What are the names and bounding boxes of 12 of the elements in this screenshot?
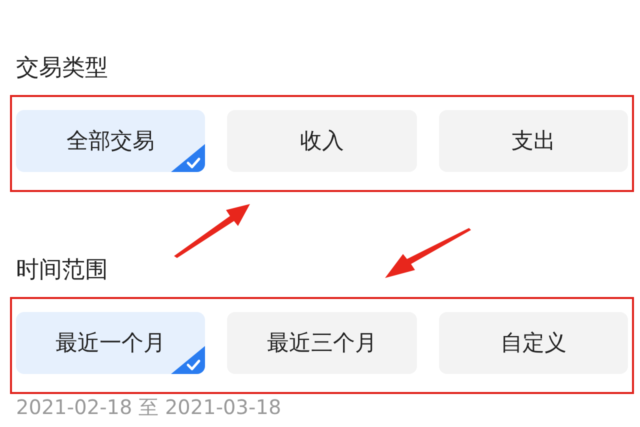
date-range: 2021-02-18 至 2021-03-18	[16, 395, 282, 419]
check-badge-icon	[171, 346, 206, 374]
filter-chip[interactable]: 最近一个月	[16, 312, 206, 374]
section-title: 交易类型	[16, 54, 108, 83]
arrow-icon	[172, 202, 252, 258]
section-title: 时间范围	[16, 256, 108, 285]
filter-chip[interactable]: 最近三个月	[227, 312, 417, 374]
filter-chip[interactable]: 支出	[438, 110, 628, 172]
filter-chip[interactable]: 自定义	[438, 312, 628, 374]
filter-chip[interactable]: 全部交易	[16, 110, 206, 172]
check-badge-icon	[171, 144, 206, 172]
filter-chip[interactable]: 收入	[227, 110, 417, 172]
